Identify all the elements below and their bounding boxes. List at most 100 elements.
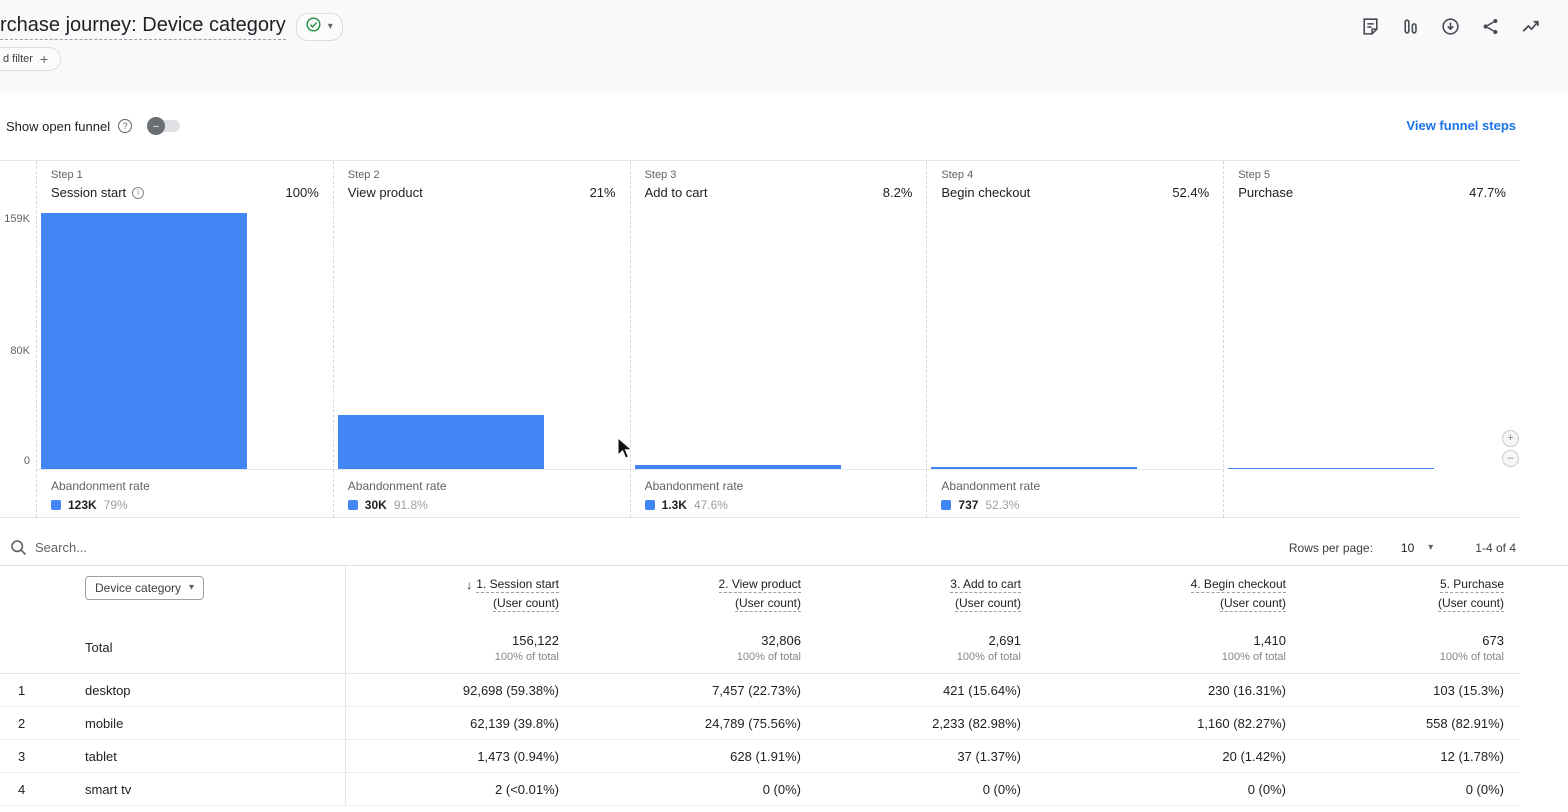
download-icon[interactable]: [1438, 14, 1462, 38]
saved-status-pill[interactable]: ▾: [295, 13, 343, 41]
view-funnel-steps-link[interactable]: View funnel steps: [1406, 118, 1516, 133]
y-axis-tick: 80K: [10, 345, 30, 357]
table-row: 1 desktop 92,698 (59.38%) 7,457 (22.73%)…: [0, 674, 1520, 707]
legend-swatch: [347, 500, 358, 511]
funnel-step-4: Step 4 Begin checkout 52.4% Abandonment …: [926, 161, 1224, 517]
column-title: 1. Session start: [476, 577, 559, 593]
metric-cell: 0 (0%): [762, 781, 801, 797]
funnel-step-2: Step 2 View product 21% Abandonment rate…: [332, 161, 630, 517]
sort-desc-icon: ↓: [466, 578, 473, 592]
share-icon[interactable]: [1478, 14, 1502, 38]
segment-compare-icon[interactable]: [1398, 14, 1422, 38]
help-icon[interactable]: ?: [118, 119, 133, 133]
table-row: 4 smart tv 2 (<0.01%) 0 (0%) 0 (0%) 0 (0…: [0, 773, 1520, 806]
abandonment-rate: 47.6%: [693, 498, 728, 513]
search-icon: [10, 539, 27, 556]
dimension-value: smart tv: [85, 781, 132, 797]
legend-swatch: [644, 500, 655, 511]
zoom-out-button[interactable]: –: [1502, 450, 1519, 467]
abandonment-label: Abandonment rate: [941, 479, 1041, 494]
step-name: Session start: [51, 185, 127, 200]
step-label: Step 1: [51, 169, 83, 181]
total-cell: 156,122 100% of total: [345, 622, 575, 673]
abandonment-section: Abandonment rate 123K 79%: [37, 469, 333, 517]
row-spacer: [0, 622, 70, 673]
table-search-row: Rows per page: 10 ▾ 1-4 of 4: [0, 530, 1568, 566]
total-value: 2,691: [988, 632, 1021, 648]
column-header-add-to-cart[interactable]: 3. Add to cart (User count): [817, 566, 1037, 622]
metric-cell: 558 (82.91%): [1425, 715, 1504, 731]
abandonment-count: 1.3K: [661, 498, 687, 513]
column-title: 5. Purchase: [1439, 577, 1504, 593]
column-title: 2. View product: [718, 577, 801, 593]
funnel-bar[interactable]: [337, 415, 544, 470]
metric-cell: 24,789 (75.56%): [704, 715, 801, 731]
metric-cell: 421 (15.64%): [942, 682, 1021, 698]
column-header-purchase[interactable]: 5. Purchase (User count): [1302, 566, 1520, 622]
metric-cell: 2 (<0.01%): [495, 781, 559, 797]
metric-cell: 1,160 (82.27%): [1197, 715, 1286, 731]
search-input[interactable]: [35, 540, 335, 555]
header-spacer: [0, 566, 70, 622]
exploration-canvas: rchase journey: Device category ▾ d filt…: [0, 0, 1568, 812]
metric-cell: 103 (15.3%): [1433, 682, 1504, 698]
step-percent: 52.4%: [1172, 185, 1210, 200]
info-icon[interactable]: i: [132, 186, 145, 199]
step-plot: [1224, 209, 1520, 470]
dimension-selector[interactable]: Device category ▾: [85, 576, 205, 600]
dimension-header-cell: Device category ▾: [70, 566, 345, 622]
metric-cell: 20 (1.42%): [1222, 748, 1286, 764]
abandonment-count: 30K: [364, 498, 387, 513]
y-axis-tick: 0: [23, 455, 30, 467]
funnel-step-5: Step 5 Purchase 47.7%: [1223, 161, 1520, 517]
abandonment-count: 737: [958, 498, 979, 513]
open-funnel-toggle[interactable]: –: [147, 117, 181, 135]
total-value: 156,122: [512, 632, 559, 648]
funnel-step-3: Step 3 Add to cart 8.2% Abandonment rate…: [629, 161, 927, 517]
metric-cell: 7,457 (22.73%): [712, 682, 801, 698]
step-label: Step 5: [1238, 169, 1270, 181]
dimension-value: desktop: [85, 682, 131, 698]
step-header: Step 4 Begin checkout 52.4%: [927, 161, 1223, 209]
title-row: rchase journey: Device category ▾: [0, 13, 343, 41]
header-toolbar: [1358, 14, 1542, 38]
table-total-row: Total 156,122 100% of total 32,806 100% …: [0, 622, 1520, 674]
column-header-begin-checkout[interactable]: 4. Begin checkout (User count): [1037, 566, 1302, 622]
legend-swatch: [51, 500, 61, 511]
column-subtitle: (User count): [954, 596, 1021, 612]
total-value: 32,806: [761, 632, 801, 648]
note-icon[interactable]: [1358, 14, 1382, 38]
chevron-down-icon: ▾: [327, 21, 333, 32]
funnel-chart: 159K 80K 0 Step 1 Session start i 100% A…: [0, 160, 1520, 518]
zoom-in-button[interactable]: +: [1502, 430, 1519, 447]
abandonment-section-empty: [1224, 469, 1520, 517]
step-header: Step 5 Purchase 47.7%: [1224, 161, 1520, 209]
step-percent: 8.2%: [882, 185, 913, 200]
insights-icon[interactable]: [1518, 14, 1542, 38]
show-open-funnel-label: Show open funnel: [6, 118, 111, 134]
funnel-bar[interactable]: [41, 213, 247, 470]
page-title[interactable]: rchase journey: Device category: [0, 14, 286, 40]
metric-cell: 2,233 (82.98%): [932, 715, 1021, 731]
step-label: Step 2: [347, 169, 380, 181]
abandonment-count: 123K: [68, 498, 97, 513]
total-subtext: 100% of total: [956, 650, 1021, 663]
total-cell: 32,806 100% of total: [575, 622, 817, 673]
column-subtitle: (User count): [1437, 596, 1504, 612]
abandonment-label: Abandonment rate: [347, 479, 447, 494]
total-value: 673: [1482, 632, 1504, 648]
rows-per-page-caret-icon[interactable]: ▾: [1424, 542, 1437, 553]
rows-per-page-value[interactable]: 10: [1401, 541, 1414, 555]
row-index: 1: [18, 682, 26, 698]
total-subtext: 100% of total: [736, 650, 801, 663]
step-percent: 47.7%: [1469, 185, 1506, 200]
add-filter-chip[interactable]: d filter +: [0, 47, 62, 71]
dimension-selector-label: Device category: [95, 581, 182, 595]
step-label: Step 4: [941, 169, 974, 181]
column-subtitle: (User count): [1219, 596, 1286, 612]
column-header-view-product[interactable]: 2. View product (User count): [575, 566, 817, 622]
legend-swatch: [941, 500, 952, 511]
step-name: Add to cart: [644, 185, 708, 200]
column-header-session-start[interactable]: ↓ 1. Session start (User count): [345, 566, 575, 622]
column-title: 3. Add to cart: [950, 577, 1021, 593]
